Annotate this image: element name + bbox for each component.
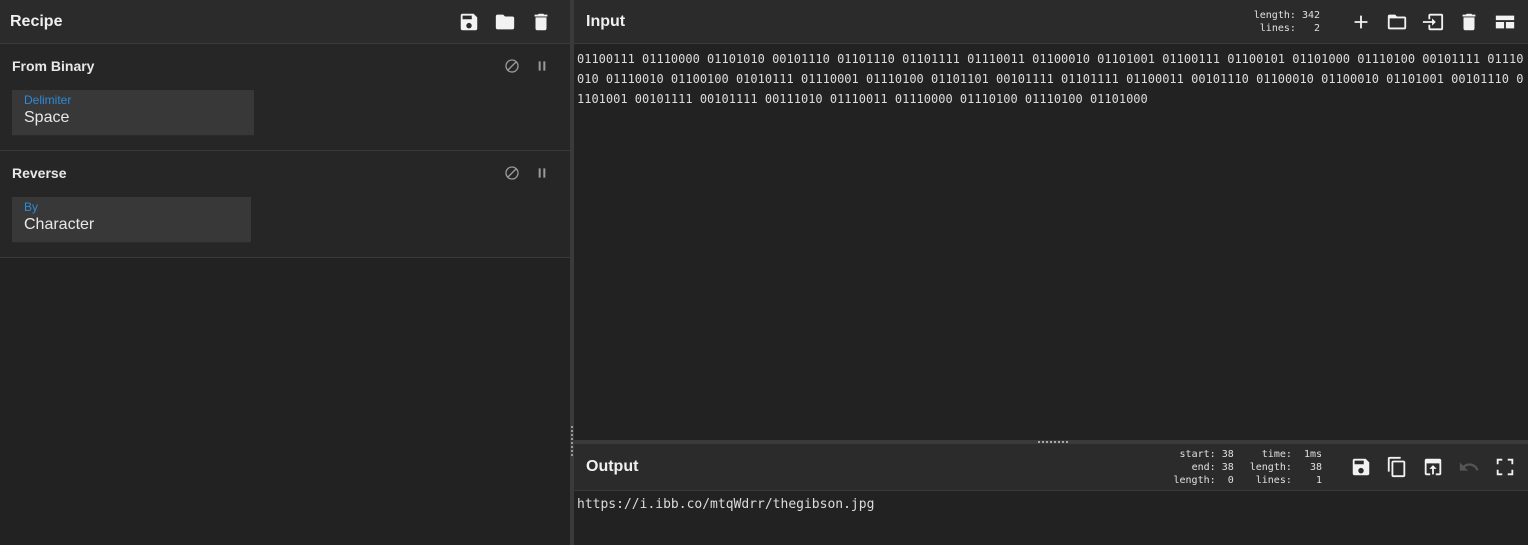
input-textarea[interactable]: 01100111 01110000 01101010 00101110 0110… — [574, 44, 1528, 114]
length-label: length: — [1253, 9, 1296, 21]
operation-name: Reverse — [12, 165, 67, 181]
output-length-value: 38 — [1309, 461, 1322, 473]
delimiter-value[interactable]: Space — [24, 109, 242, 127]
plus-icon[interactable] — [1350, 11, 1372, 33]
start-value: 38 — [1221, 448, 1234, 460]
recipe-title: Recipe — [10, 12, 63, 30]
folder-icon[interactable] — [1386, 11, 1408, 33]
output-header: Output start: 38 end: 38 length: 0 time:… — [574, 444, 1528, 491]
recipe-panel: Recipe From Binary Delimiter Space Rever… — [0, 0, 570, 545]
input-panel: Input length: 342 lines: 2 01100111 0111… — [574, 0, 1528, 440]
import-icon[interactable] — [1422, 11, 1444, 33]
operation-from-binary[interactable]: From Binary Delimiter Space — [0, 44, 570, 151]
clear-recipe-trash-icon[interactable] — [530, 11, 552, 33]
selection-length-value: 0 — [1227, 474, 1234, 486]
start-label: start: — [1179, 448, 1216, 460]
output-lines-label: lines: — [1255, 474, 1292, 486]
trash-icon[interactable] — [1458, 11, 1480, 33]
save-icon[interactable] — [1350, 456, 1372, 478]
pause-icon[interactable] — [534, 165, 550, 186]
disable-icon[interactable] — [504, 58, 520, 79]
lines-value: 2 — [1313, 22, 1320, 34]
time-value: 1ms — [1303, 448, 1322, 460]
undo-icon[interactable] — [1458, 456, 1480, 478]
pause-icon[interactable] — [534, 58, 550, 79]
time-label: time: — [1261, 448, 1292, 460]
output-length-label: length: — [1249, 461, 1292, 473]
delimiter-label: Delimiter — [24, 93, 72, 107]
delimiter-field[interactable]: Delimiter Space — [12, 90, 254, 136]
length-value: 342 — [1301, 9, 1320, 21]
copy-icon[interactable] — [1386, 456, 1408, 478]
input-header: Input length: 342 lines: 2 — [574, 0, 1528, 44]
end-value: 38 — [1221, 461, 1234, 473]
layout-icon[interactable] — [1494, 11, 1516, 33]
selection-length-label: length: — [1173, 474, 1216, 486]
replace-input-icon[interactable] — [1422, 456, 1444, 478]
input-title: Input — [586, 12, 626, 30]
output-panel: Output start: 38 end: 38 length: 0 time:… — [574, 444, 1528, 545]
output-lines-value: 1 — [1315, 474, 1322, 486]
output-title: Output — [586, 458, 639, 475]
lines-label: lines: — [1259, 22, 1296, 34]
selection-stats: start: 38 end: 38 length: 0 — [1174, 448, 1234, 487]
input-stats: length: 342 lines: 2 — [1254, 9, 1320, 35]
by-field[interactable]: By Character — [12, 197, 251, 243]
save-recipe-icon[interactable] — [458, 11, 480, 33]
operation-reverse[interactable]: Reverse By Character — [0, 151, 570, 258]
by-value[interactable]: Character — [24, 216, 239, 234]
end-label: end: — [1191, 461, 1216, 473]
output-text[interactable]: https://i.ibb.co/mtqWdrr/thegibson.jpg — [574, 491, 1528, 518]
by-label: By — [24, 200, 39, 214]
operation-name: From Binary — [12, 58, 95, 74]
load-recipe-folder-icon[interactable] — [494, 11, 516, 33]
disable-icon[interactable] — [504, 165, 520, 186]
maximize-icon[interactable] — [1494, 456, 1516, 478]
output-stats: time: 1ms length: 38 lines: 1 — [1250, 448, 1322, 487]
recipe-header: Recipe — [0, 0, 570, 44]
